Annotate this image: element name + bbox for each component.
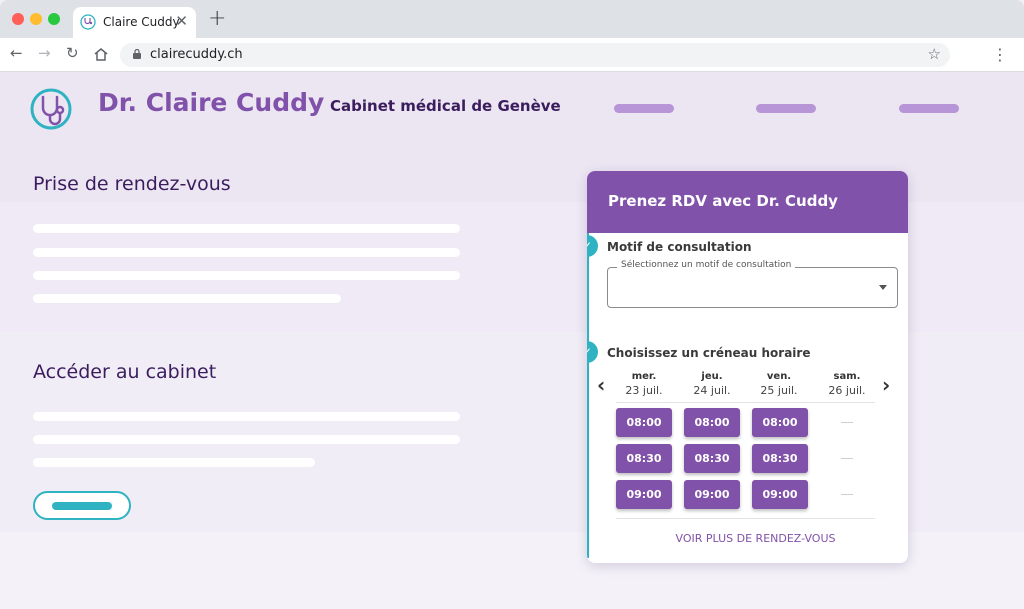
day-date: 26 juil. xyxy=(828,384,866,397)
access-button[interactable] xyxy=(33,491,131,520)
no-slot-dash xyxy=(841,458,853,459)
minimize-window-button[interactable] xyxy=(30,13,42,25)
stethoscope-icon xyxy=(80,14,96,30)
forward-icon[interactable]: → xyxy=(38,44,51,62)
no-slot-dash xyxy=(841,422,853,423)
home-icon[interactable] xyxy=(94,48,108,61)
day-date: 25 juil. xyxy=(760,384,798,397)
text-placeholder-line xyxy=(33,271,460,280)
time-slot-button[interactable]: 08:00 xyxy=(616,408,672,437)
stethoscope-logo-icon xyxy=(30,88,72,130)
section-title-access: Accéder au cabinet xyxy=(33,361,217,383)
text-placeholder-line xyxy=(33,435,460,444)
motif-select-label: Sélectionnez un motif de consultation xyxy=(617,260,796,270)
day-date: 23 juil. xyxy=(625,384,663,397)
more-appointments-link[interactable]: VOIR PLUS DE RENDEZ-VOUS xyxy=(587,532,908,545)
site-brand[interactable]: Dr. Claire Cuddy xyxy=(98,88,324,117)
url-text: clairecuddy.ch xyxy=(150,47,243,62)
maximize-window-button[interactable] xyxy=(48,13,60,25)
step-check-icon: ✓ xyxy=(587,341,598,363)
step-motif-label: Motif de consultation xyxy=(607,240,752,254)
address-bar[interactable]: clairecuddy.ch ☆ xyxy=(120,43,950,67)
tab-title: Claire Cuddy xyxy=(103,15,180,29)
booking-widget: Prenez RDV avec Dr. Cuddy ✓ Motif de con… xyxy=(587,171,908,563)
motif-select[interactable]: Sélectionnez un motif de consultation xyxy=(607,260,898,308)
time-slot-button[interactable]: 09:00 xyxy=(616,480,672,509)
new-tab-button[interactable]: + xyxy=(208,6,226,31)
nav-link-3[interactable] xyxy=(899,104,959,113)
back-icon[interactable]: ← xyxy=(10,44,23,62)
text-placeholder-line xyxy=(33,412,460,421)
day-name: sam. xyxy=(833,371,861,382)
day-name: ven. xyxy=(766,371,792,382)
time-slot-button[interactable]: 08:30 xyxy=(684,444,740,473)
site-subtitle: Cabinet médical de Genève xyxy=(330,97,561,115)
dropdown-caret-icon xyxy=(879,285,887,290)
section-title-appointments: Prise de rendez-vous xyxy=(33,173,231,195)
steps-rail xyxy=(587,233,589,558)
day-column-header: sam. 26 juil. xyxy=(817,371,877,397)
no-slot-dash xyxy=(841,494,853,495)
button-label-placeholder xyxy=(52,502,112,510)
close-window-button[interactable] xyxy=(12,13,24,25)
reload-icon[interactable]: ↻ xyxy=(66,44,79,62)
time-slot-button[interactable]: 09:00 xyxy=(752,480,808,509)
time-slot-button[interactable]: 09:00 xyxy=(684,480,740,509)
bookmark-star-icon[interactable]: ☆ xyxy=(928,45,941,63)
lock-icon xyxy=(133,49,141,59)
text-placeholder-line xyxy=(33,294,341,303)
step-check-icon: ✓ xyxy=(587,235,598,257)
day-column-header: jeu. 24 juil. xyxy=(682,371,742,397)
browser-tab[interactable]: Claire Cuddy ✕ xyxy=(73,7,196,38)
day-name: jeu. xyxy=(701,371,723,382)
nav-link-2[interactable] xyxy=(756,104,816,113)
step-slot-label: Choisissez un créneau horaire xyxy=(607,346,811,360)
time-slot-button[interactable]: 08:30 xyxy=(752,444,808,473)
next-week-icon[interactable]: › xyxy=(882,373,890,397)
day-date: 24 juil. xyxy=(693,384,731,397)
previous-week-icon[interactable]: ‹ xyxy=(597,373,605,397)
booking-header: Prenez RDV avec Dr. Cuddy xyxy=(587,171,908,233)
browser-menu-icon[interactable]: ⋮ xyxy=(992,45,1008,64)
booking-title: Prenez RDV avec Dr. Cuddy xyxy=(608,192,838,210)
day-column-header: ven. 25 juil. xyxy=(749,371,809,397)
day-column-header: mer. 23 juil. xyxy=(614,371,674,397)
time-slot-button[interactable]: 08:30 xyxy=(616,444,672,473)
close-tab-icon[interactable]: ✕ xyxy=(175,12,188,30)
text-placeholder-line xyxy=(33,248,460,257)
time-slot-button[interactable]: 08:00 xyxy=(684,408,740,437)
divider xyxy=(616,518,875,519)
text-placeholder-line xyxy=(33,458,315,467)
time-slot-button[interactable]: 08:00 xyxy=(752,408,808,437)
text-placeholder-line xyxy=(33,224,460,233)
divider xyxy=(616,402,875,403)
day-name: mer. xyxy=(631,371,657,382)
nav-link-1[interactable] xyxy=(614,104,674,113)
web-page: Dr. Claire Cuddy Cabinet médical de Genè… xyxy=(0,72,1024,609)
browser-tab-bar: Claire Cuddy ✕ + xyxy=(0,0,1024,38)
browser-toolbar: ← → ↻ clairecuddy.ch ☆ ⋮ xyxy=(0,38,1024,72)
